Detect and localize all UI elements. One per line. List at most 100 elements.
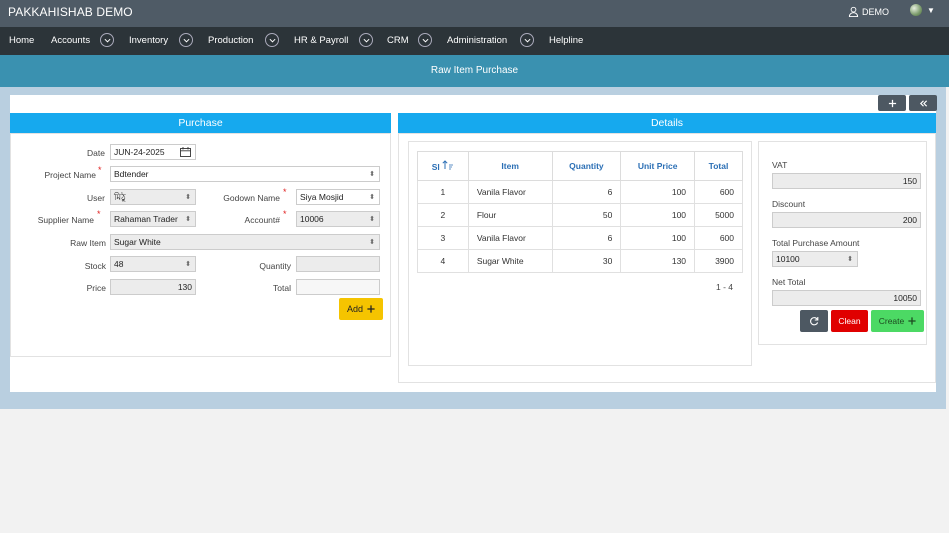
nav-hr-payroll[interactable]: HR & Payroll	[294, 35, 348, 46]
cell-quantity: 6	[551, 226, 622, 250]
create-label: Create	[878, 316, 905, 326]
table-row[interactable]: 1 Vanila Flavor 6 100 600	[417, 180, 743, 204]
account-label: Account#	[244, 215, 280, 225]
nav-administration[interactable]: Administration	[447, 35, 507, 46]
refresh-icon	[810, 317, 819, 326]
chevron-down-icon[interactable]	[359, 33, 373, 47]
page-title: Raw Item Purchase	[0, 55, 949, 87]
add-button[interactable]: Add	[339, 298, 383, 320]
discount-input[interactable]: 200	[772, 212, 921, 228]
cell-item: Flour	[467, 203, 553, 227]
cell-total: 3900	[694, 249, 743, 273]
top-bar: PAKKAHISHAB DEMO DEMO ▼	[0, 0, 949, 27]
price-label: Price	[86, 283, 106, 293]
nav-helpline[interactable]: Helpline	[549, 35, 583, 46]
chevron-down-icon[interactable]	[520, 33, 534, 47]
user-menu[interactable]: DEMO	[848, 6, 889, 17]
cell-total: 600	[694, 226, 743, 250]
quantity-input[interactable]	[296, 256, 380, 272]
required-mark: *	[283, 209, 287, 219]
nav-home[interactable]: Home	[9, 35, 34, 46]
net-total-label: Net Total	[772, 277, 806, 287]
cell-item: Vanila Flavor	[467, 180, 553, 204]
chevron-down-icon[interactable]	[265, 33, 279, 47]
cell-item: Vanila Flavor	[467, 226, 553, 250]
plus-icon	[367, 305, 375, 313]
price-input[interactable]: 130	[110, 279, 196, 295]
stepper-icon: ⬍	[185, 261, 191, 268]
project-value: Bdtender	[114, 169, 149, 179]
project-select[interactable]: Bdtender ⬍	[110, 166, 380, 182]
clean-button[interactable]: Clean	[831, 310, 868, 332]
chevron-down-icon[interactable]	[418, 33, 432, 47]
pager-info: 1 - 4	[716, 282, 734, 292]
chevron-down-icon[interactable]	[179, 33, 193, 47]
cell-sl: 4	[417, 249, 469, 273]
select-arrow-icon: ⬍	[369, 194, 375, 201]
column-sl[interactable]: Sl	[417, 151, 469, 181]
total-input	[296, 279, 380, 295]
cell-unit-price: 100	[620, 226, 696, 250]
app-title: PAKKAHISHAB DEMO	[8, 5, 133, 19]
required-mark: *	[283, 187, 287, 197]
caret-down-icon: ▼	[927, 5, 935, 15]
table-row[interactable]: 3 Vanila Flavor 6 100 600	[417, 226, 743, 250]
calendar-icon[interactable]	[180, 147, 191, 157]
column-unit-price[interactable]: Unit Price	[620, 151, 696, 181]
column-quantity[interactable]: Quantity	[551, 151, 622, 181]
cell-total: 600	[694, 180, 743, 204]
select-arrow-icon: ⬍	[369, 171, 375, 178]
details-heading: Details	[398, 113, 936, 133]
details-table: Sl Item Quantity Unit Price Total 1 Vani…	[417, 151, 743, 273]
globe-icon	[910, 4, 922, 16]
cell-item: Sugar White	[467, 249, 553, 273]
total-purchase-label: Total Purchase Amount	[772, 238, 860, 248]
stock-input[interactable]: 48 ⬍	[110, 256, 196, 272]
table-row[interactable]: 2 Flour 50 100 5000	[417, 203, 743, 227]
account-select[interactable]: 10006 ⬍	[296, 211, 380, 227]
user-name: DEMO	[862, 6, 889, 17]
nav-accounts[interactable]: Accounts	[51, 35, 90, 46]
nav-production[interactable]: Production	[208, 35, 253, 46]
supplier-label: Supplier Name	[37, 215, 94, 225]
total-purchase-input: 10100 ⬍	[772, 251, 858, 267]
nav-crm[interactable]: CRM	[387, 35, 409, 46]
back-button[interactable]	[909, 95, 937, 111]
project-label: Project Name	[44, 170, 97, 180]
date-input[interactable]: JUN-24-2025	[110, 144, 196, 160]
sort-asc-icon[interactable]	[442, 160, 454, 170]
vat-input[interactable]: 150	[772, 173, 921, 189]
vat-label: VAT	[772, 160, 788, 170]
user-value: মিঠু	[114, 192, 126, 202]
quantity-label: Quantity	[259, 261, 291, 271]
user-icon	[848, 6, 859, 17]
add-new-button[interactable]	[878, 95, 906, 111]
godown-value: Siya Mosjid	[300, 192, 344, 202]
net-total-input: 10050	[772, 290, 921, 306]
nav-inventory[interactable]: Inventory	[129, 35, 168, 46]
cell-unit-price: 100	[620, 180, 696, 204]
refresh-button[interactable]	[800, 310, 828, 332]
purchase-heading: Purchase	[10, 113, 391, 133]
godown-label: Godown Name	[223, 193, 280, 203]
table-row[interactable]: 4 Sugar White 30 130 3900	[417, 249, 743, 273]
column-total[interactable]: Total	[694, 151, 743, 181]
add-label: Add	[346, 304, 363, 314]
select-arrow-icon: ⬍	[369, 216, 375, 223]
user-select[interactable]: মিঠু ⬍	[110, 189, 196, 205]
rawitem-select[interactable]: Sugar White ⬍	[110, 234, 380, 250]
supplier-select[interactable]: Rahaman Trader ⬍	[110, 211, 196, 227]
cell-sl: 1	[417, 180, 469, 204]
cell-quantity: 6	[551, 180, 622, 204]
table-header-row: Sl Item Quantity Unit Price Total	[417, 151, 743, 181]
double-chevron-left-icon	[919, 99, 927, 107]
create-button[interactable]: Create	[871, 310, 924, 332]
cell-unit-price: 100	[620, 203, 696, 227]
column-item[interactable]: Item	[467, 151, 553, 181]
language-menu[interactable]: ▼	[910, 4, 935, 16]
required-mark: *	[97, 209, 101, 219]
chevron-down-icon[interactable]	[100, 33, 114, 47]
select-arrow-icon: ⬍	[185, 216, 191, 223]
supplier-value: Rahaman Trader	[114, 214, 178, 224]
godown-select[interactable]: Siya Mosjid ⬍	[296, 189, 380, 205]
